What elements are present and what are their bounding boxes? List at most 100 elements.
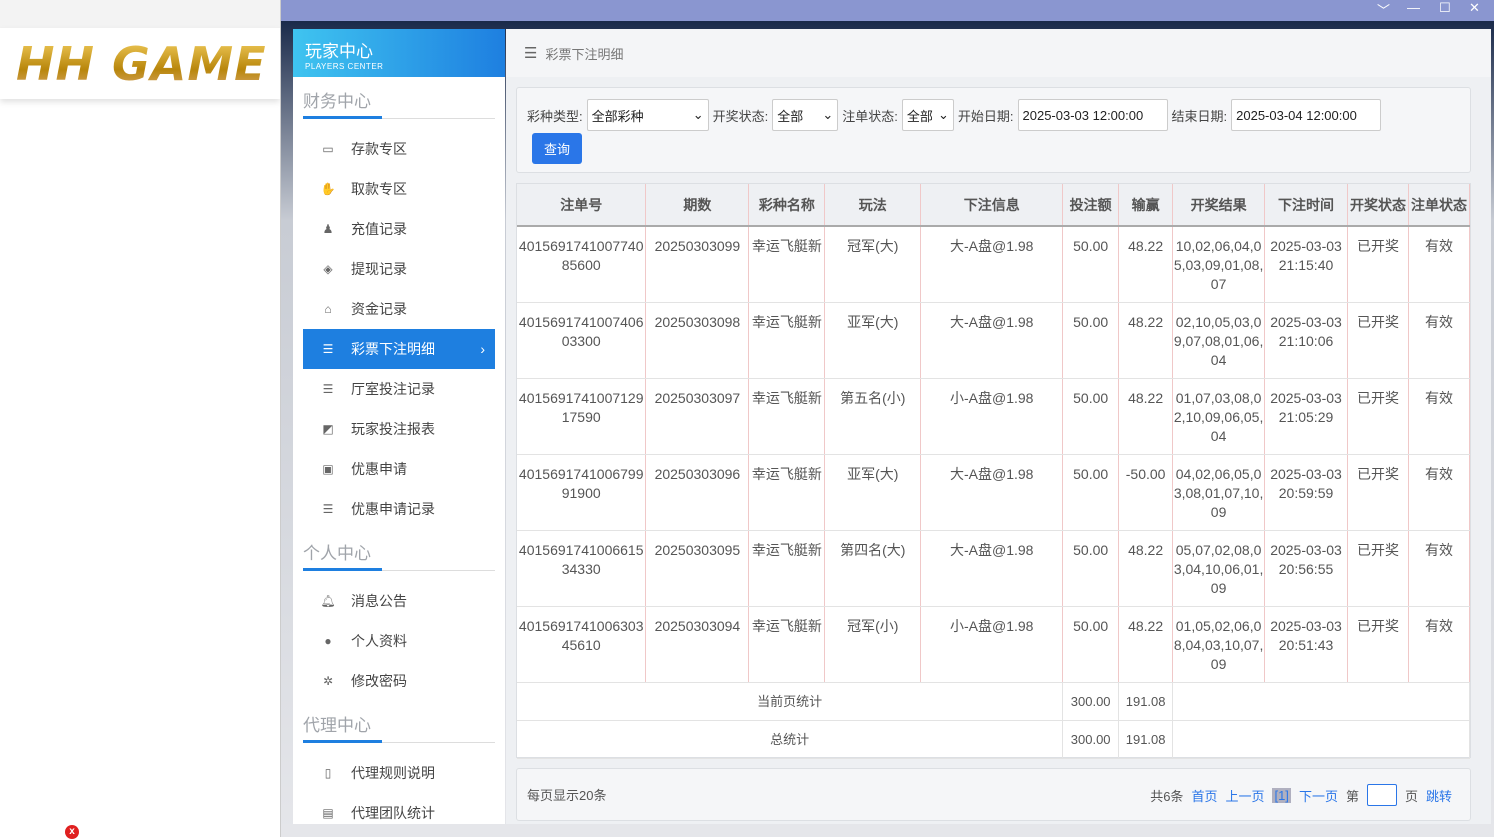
table-cell: 第五名(小) <box>824 378 922 455</box>
column-header: 注单号 <box>517 184 647 227</box>
table-cell: 48.22 <box>1118 378 1174 455</box>
chart-icon: ◩ <box>322 422 334 436</box>
sidebar-item-label: 代理团队统计 <box>351 805 435 821</box>
table-cell: -50.00 <box>1118 454 1174 531</box>
sidebar-section-title: 代理中心 <box>303 711 495 743</box>
current-page[interactable]: [1] <box>1272 787 1291 803</box>
sidebar-item-label: 取款专区 <box>351 181 407 197</box>
column-header: 开奖状态 <box>1347 184 1409 227</box>
table-cell: 04,02,06,05,03,08,01,07,10,09 <box>1172 454 1266 531</box>
sidebar-item-label: 玩家投注报表 <box>351 421 435 437</box>
sidebar-section-title: 个人中心 <box>303 539 495 571</box>
table-cell: 02,10,05,03,09,07,08,01,06,04 <box>1172 302 1266 379</box>
start-date-input[interactable]: 2025-03-03 12:00:00 <box>1017 99 1168 131</box>
maximize-icon[interactable]: ☐ <box>1439 0 1451 16</box>
prev-page-link[interactable]: 上一页 <box>1225 786 1264 805</box>
table-cell: 20250303098 <box>645 302 750 379</box>
table-cell: 有效 <box>1408 226 1471 303</box>
table-cell: 401569174100661534330 <box>517 530 647 607</box>
table-cell: 50.00 <box>1062 606 1120 683</box>
hh-game-logo: HH GAME <box>0 28 280 99</box>
sidebar-item[interactable]: ☰ 厅室投注记录 <box>303 369 495 409</box>
jump-button[interactable]: 跳转 <box>1426 786 1452 805</box>
sidebar-item[interactable]: ◈ 提现记录 <box>303 249 495 289</box>
next-page-link[interactable]: 下一页 <box>1299 786 1338 805</box>
table-row: 401569174100740603300 20250303098 幸运飞艇新 亚军(… <box>517 302 1471 379</box>
sidebar-item-label: 代理规则说明 <box>351 765 435 781</box>
sidebar-item[interactable]: ⌂ 资金记录 <box>303 289 495 329</box>
money-bag-icon: ♟ <box>322 222 334 236</box>
table-row: 401569174100661534330 20250303095 幸运飞艇新 第四名… <box>517 530 1471 607</box>
close-icon[interactable]: ✕ <box>1469 0 1480 16</box>
sidebar-item[interactable]: ● 个人资料 <box>303 621 495 661</box>
sidebar-item-label: 个人资料 <box>351 633 407 649</box>
query-button[interactable]: 查询 <box>532 133 582 164</box>
sidebar-item[interactable]: ♟ 充值记录 <box>303 209 495 249</box>
table-cell: 有效 <box>1408 454 1471 531</box>
page-number-input[interactable] <box>1366 784 1397 806</box>
lottery-type-value: 全部彩种 <box>591 108 644 124</box>
table-cell: 50.00 <box>1062 302 1120 379</box>
table-cell: 05,07,02,08,03,04,10,06,01,09 <box>1172 530 1266 607</box>
main-content: ☰ 彩票下注明细 彩种类型: 全部彩种 ⌄ 开奖状态: 全部 ⌄ 注单状态: 全部 ⌄… <box>506 29 1491 837</box>
first-page-link[interactable]: 首页 <box>1191 786 1217 805</box>
sidebar-item[interactable]: 🔔︎ 消息公告 <box>303 581 495 621</box>
table-cell: 已开奖 <box>1347 606 1409 683</box>
table-cell: 2025-03-03 20:59:59 <box>1264 454 1348 531</box>
table-cell: 已开奖 <box>1347 378 1409 455</box>
minimize-icon[interactable]: — <box>1407 0 1420 15</box>
sidebar-item[interactable]: ▣ 优惠申请 <box>303 449 495 489</box>
table-cell: 50.00 <box>1062 530 1120 607</box>
sidebar-item[interactable]: ☰ 彩票下注明细 › <box>303 329 495 369</box>
menu-icon[interactable]: ☰ <box>524 44 537 62</box>
table-cell: 已开奖 <box>1347 226 1409 303</box>
breadcrumb-current: 彩票下注明细 <box>545 46 624 62</box>
title-bar: ﹀ — ☐ ✕ <box>281 0 1494 21</box>
table-cell: 小-A盘@1.98 <box>920 378 1064 455</box>
player-center-window: ﹀ — ☐ ✕ 玩家中心 PLAYERS CENTER 财务中心 ▭ 存款专区 ✋ 取款… <box>280 0 1494 837</box>
table-cell: 20250303095 <box>645 530 750 607</box>
table-cell: 2025-03-03 21:05:29 <box>1264 378 1348 455</box>
sidebar-item[interactable]: ✲ 修改密码 <box>303 661 495 701</box>
table-cell: 2025-03-03 20:56:55 <box>1264 530 1348 607</box>
sidebar-item[interactable]: ✋ 取款专区 <box>303 169 495 209</box>
list-icon: ☰ <box>322 342 334 356</box>
per-page-text: 每页显示20条 <box>527 788 607 803</box>
table-cell: 冠军(小) <box>824 606 922 683</box>
summary-empty <box>1172 720 1470 759</box>
chevron-right-icon: › <box>480 341 485 357</box>
summary-row: 当前页统计 300.00 191.08 <box>517 682 1470 721</box>
document-icon: ▯ <box>324 766 332 780</box>
table-row: 401569174100774085600 20250303099 幸运飞艇新 冠军(… <box>517 226 1471 303</box>
bottom-strip <box>281 824 1494 837</box>
column-header: 期数 <box>645 184 750 227</box>
draw-status-select[interactable]: 全部 ⌄ <box>772 99 839 131</box>
bet-table-container: 注单号 期数 彩种名称 玩法 下注信息 投注额 输赢 开奖结果 下注时间 开奖状态 注单状态 401… <box>516 183 1471 759</box>
table-cell: 有效 <box>1408 378 1471 455</box>
table-cell: 401569174100740603300 <box>517 302 647 379</box>
table-cell: 已开奖 <box>1347 454 1409 531</box>
chevron-down-icon[interactable]: ﹀ <box>1377 0 1390 19</box>
column-header: 下注信息 <box>920 184 1064 227</box>
gear-icon: ✲ <box>322 674 334 688</box>
summary-label: 当前页统计 <box>517 682 1064 721</box>
sidebar-item[interactable]: ▯ 代理规则说明 <box>303 753 495 793</box>
table-cell: 48.22 <box>1118 226 1174 303</box>
table-cell: 50.00 <box>1062 454 1120 531</box>
order-status-select[interactable]: 全部 ⌄ <box>901 99 954 131</box>
lottery-type-select[interactable]: 全部彩种 ⌄ <box>586 99 709 131</box>
table-cell: 已开奖 <box>1347 530 1409 607</box>
sidebar-item[interactable]: ◩ 玩家投注报表 <box>303 409 495 449</box>
sidebar-item[interactable]: ☰ 优惠申请记录 <box>303 489 495 529</box>
table-cell: 大-A盘@1.98 <box>920 454 1064 531</box>
table-cell: 小-A盘@1.98 <box>920 606 1064 683</box>
table-cell: 已开奖 <box>1347 302 1409 379</box>
sidebar-item-label: 充值记录 <box>351 221 407 237</box>
summary-win: 191.08 <box>1118 682 1174 721</box>
end-date-label: 结束日期: <box>1171 108 1228 124</box>
sidebar-item[interactable]: ▭ 存款专区 <box>303 129 495 169</box>
table-cell: 有效 <box>1408 530 1471 607</box>
end-date-input[interactable]: 2025-03-04 12:00:00 <box>1231 99 1382 131</box>
order-status-label: 注单状态: <box>842 108 898 124</box>
table-cell: 幸运飞艇新 <box>748 606 826 683</box>
